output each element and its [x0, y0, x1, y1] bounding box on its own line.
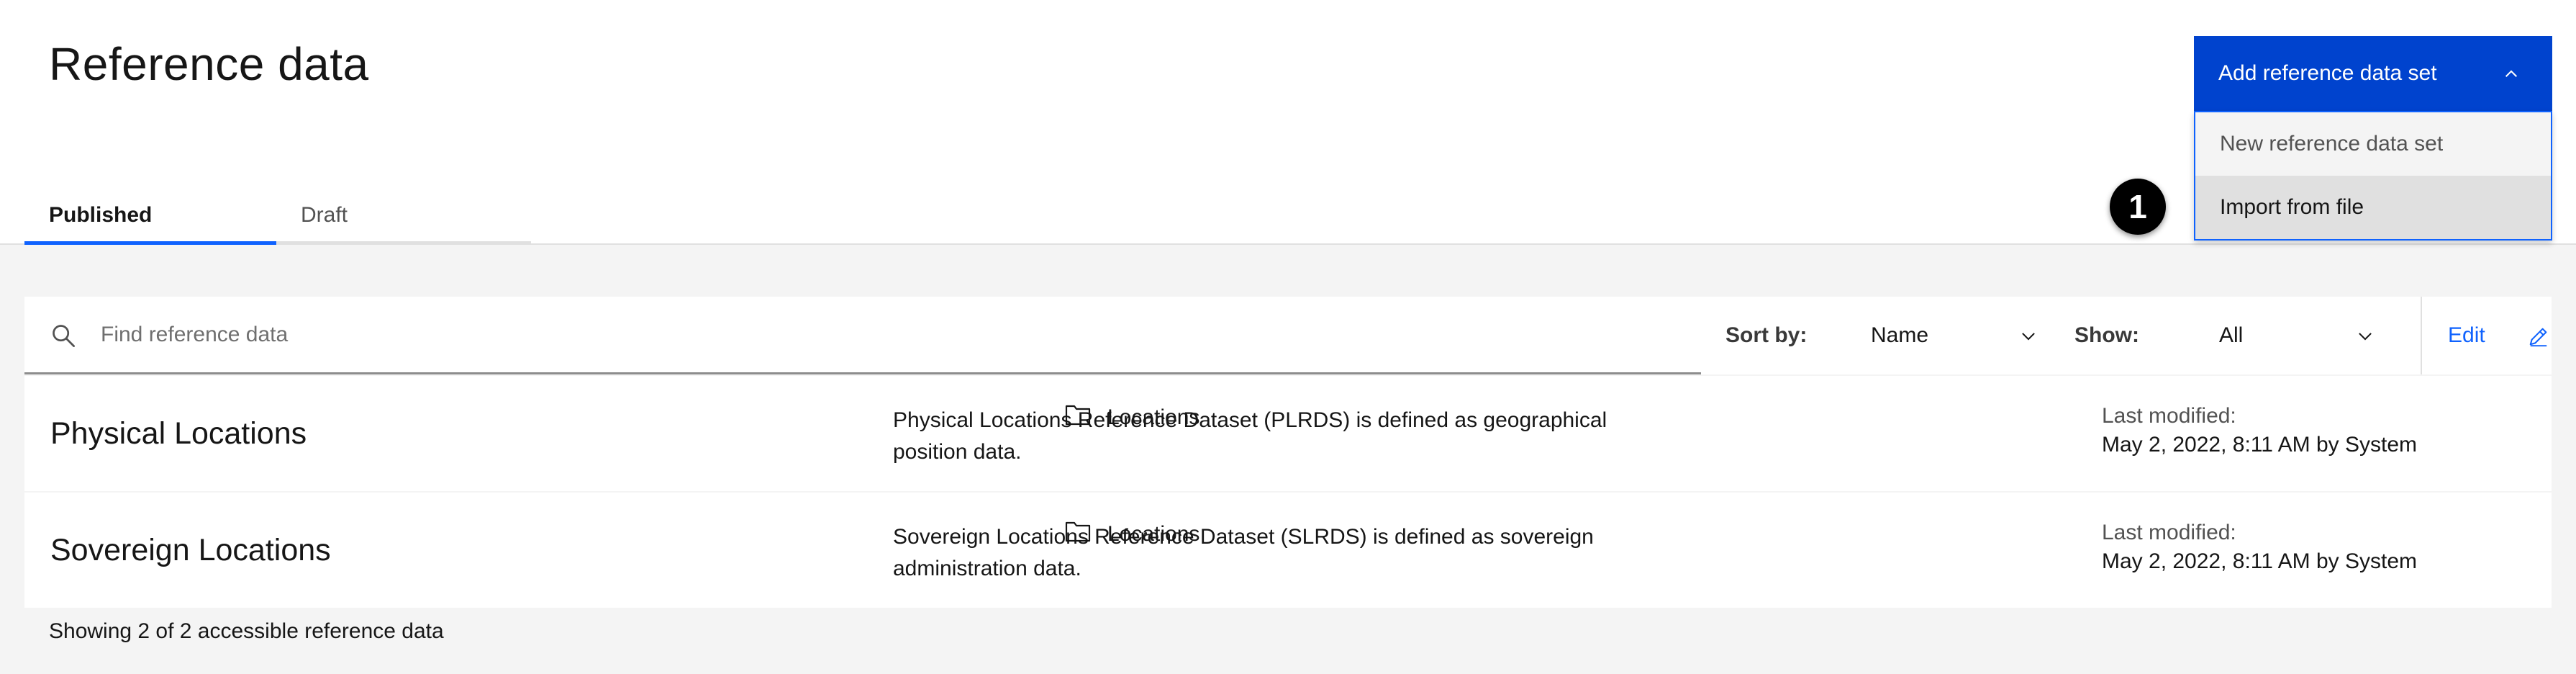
row-modified-value: May 2, 2022, 8:11 AM by System — [2102, 433, 2417, 457]
show-label: Show: — [2074, 323, 2139, 347]
page-header: Reference data Published Draft — [0, 0, 2576, 245]
sort-value: Name — [1871, 323, 1929, 347]
tab-draft[interactable]: Draft — [276, 189, 531, 245]
menu-item-new-reference-data-set[interactable]: New reference data set — [2195, 112, 2551, 176]
add-dropdown-menu: New reference data set Import from file — [2194, 111, 2552, 241]
row-folder: Locations — [1107, 522, 1200, 546]
show-dropdown[interactable]: All — [2219, 297, 2392, 374]
chevron-up-icon — [2505, 70, 2518, 77]
sort-label: Sort by: — [1725, 323, 1808, 347]
chevron-down-icon — [2359, 333, 2372, 341]
chevron-down-icon — [2022, 333, 2035, 341]
toolbar: Sort by: Name Show: All Edit — [24, 297, 2552, 374]
row-name[interactable]: Sovereign Locations — [50, 493, 331, 608]
row-modified-label: Last modified: — [2102, 404, 2236, 428]
content-area: Sort by: Name Show: All Edit Physical Lo… — [0, 245, 2576, 674]
table-row[interactable]: Physical Locations Physical Locations Re… — [24, 376, 2552, 491]
toolbar-divider — [2421, 297, 2422, 374]
row-name[interactable]: Physical Locations — [50, 376, 307, 491]
results-count: Showing 2 of 2 accessible reference data — [49, 619, 444, 643]
tab-list: Published Draft — [24, 189, 531, 245]
show-value: All — [2219, 323, 2244, 347]
page-title: Reference data — [49, 38, 369, 90]
row-modified-label: Last modified: — [2102, 521, 2236, 544]
folder-icon — [1065, 405, 1091, 426]
search-input[interactable] — [101, 297, 1684, 372]
menu-item-import-from-file[interactable]: Import from file — [2195, 176, 2551, 239]
folder-icon — [1065, 521, 1091, 542]
sort-dropdown[interactable]: Name — [1871, 297, 2052, 374]
row-description: Physical Locations Reference Dataset (PL… — [893, 408, 1607, 464]
table-row[interactable]: Sovereign Locations Sovereign Locations … — [24, 493, 2552, 608]
add-button-label: Add reference data set — [2218, 61, 2437, 85]
row-description: Sovereign Locations Reference Dataset (S… — [893, 525, 1594, 580]
callout-badge: 1 — [2110, 179, 2166, 235]
row-folder: Locations — [1107, 405, 1200, 429]
row-modified-value: May 2, 2022, 8:11 AM by System — [2102, 549, 2417, 573]
tab-published[interactable]: Published — [24, 189, 276, 245]
edit-button[interactable]: Edit — [2448, 297, 2547, 374]
search-bar — [24, 297, 1701, 374]
add-reference-data-set-button[interactable]: Add reference data set — [2194, 36, 2552, 111]
search-icon — [53, 325, 75, 347]
pencil-icon — [2529, 328, 2547, 347]
edit-label: Edit — [2448, 323, 2485, 347]
